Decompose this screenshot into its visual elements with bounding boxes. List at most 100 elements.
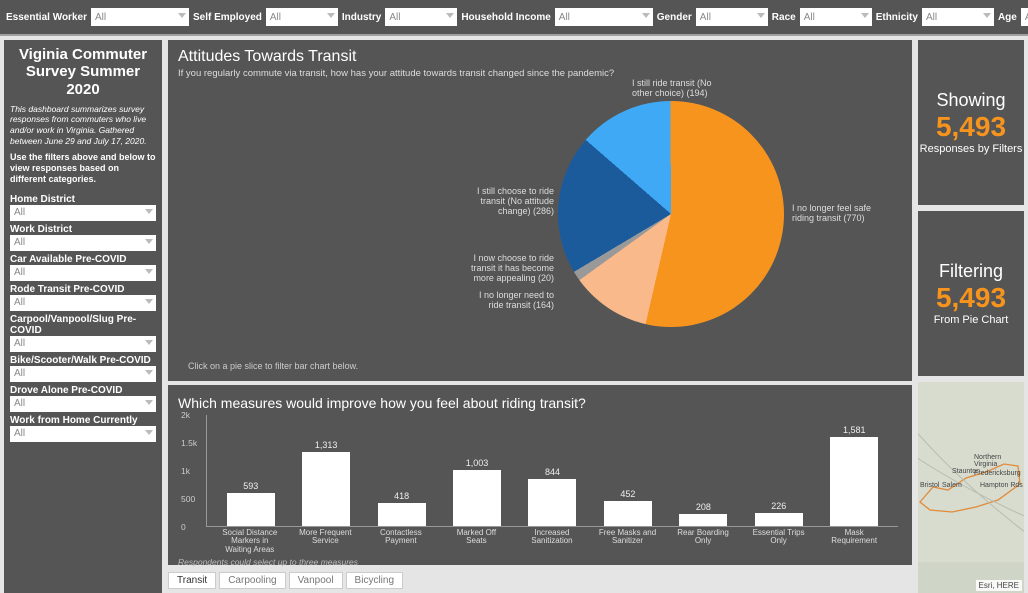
chevron-down-icon <box>642 13 650 18</box>
sidebar-filter-label: Carpool/Vanpool/Slug Pre-COVID <box>10 314 156 336</box>
sidebar-filter-label: Work from Home Currently <box>10 415 156 426</box>
chevron-down-icon <box>145 340 153 345</box>
top-filter-label: Ethnicity <box>876 12 918 23</box>
pie-title: Attitudes Towards Transit <box>178 48 902 66</box>
sidebar-filter-select[interactable]: All <box>10 235 156 251</box>
bar[interactable]: 452 <box>598 489 658 526</box>
top-filter-label: Race <box>772 12 796 23</box>
bar-value: 452 <box>620 489 635 499</box>
top-filter-label: Industry <box>342 12 381 23</box>
bar-note: Respondents could select up to three mea… <box>178 557 902 567</box>
chevron-down-icon <box>145 239 153 244</box>
y-tick: 1k <box>181 466 190 476</box>
bar-category: Mask Requirement <box>824 529 884 554</box>
chevron-down-icon <box>145 400 153 405</box>
chevron-down-icon <box>145 299 153 304</box>
bar[interactable]: 226 <box>749 501 809 526</box>
top-filter-label: Self Employed <box>193 12 262 23</box>
filtering-box: Filtering 5,493 From Pie Chart <box>918 211 1024 376</box>
bar-category: Marked Off Seats <box>446 529 506 554</box>
sidebar-filter-select[interactable]: All <box>10 426 156 442</box>
sidebar-filter-label: Car Available Pre-COVID <box>10 254 156 265</box>
map[interactable]: Northern Virginia Staunton Fredericksbur… <box>918 382 1024 593</box>
tab-bicycling[interactable]: Bicycling <box>346 572 403 589</box>
bar-value: 844 <box>545 467 560 477</box>
bar-category: Social Distance Markers in Waiting Areas <box>220 529 280 554</box>
map-attribution: Esri, HERE <box>976 580 1022 591</box>
bar-value: 1,003 <box>466 458 489 468</box>
bar[interactable]: 1,581 <box>824 425 884 526</box>
chevron-down-icon <box>861 13 869 18</box>
sidebar-filter-label: Rode Transit Pre-COVID <box>10 284 156 295</box>
top-filter-select[interactable]: All <box>1021 8 1028 26</box>
pie-panel: Attitudes Towards Transit If you regular… <box>168 40 912 381</box>
sidebar-filter-label: Drove Alone Pre-COVID <box>10 385 156 396</box>
pie-slice-label: I still ride transit (No other choice) (… <box>632 79 728 99</box>
chevron-down-icon <box>145 430 153 435</box>
bar-category: Increased Sanitization <box>522 529 582 554</box>
sidebar-filter-select[interactable]: All <box>10 265 156 281</box>
bar-value: 1,313 <box>315 440 338 450</box>
bar-category: Free Masks and Sanitizer <box>598 529 658 554</box>
bar-category: Essential Trips Only <box>749 529 809 554</box>
top-filter-select[interactable]: All <box>800 8 872 26</box>
bar-value: 208 <box>696 502 711 512</box>
bar-category: More Frequent Service <box>295 529 355 554</box>
bar[interactable]: 418 <box>372 491 432 526</box>
bar-category: Rear Boarding Only <box>673 529 733 554</box>
sidebar-filter-select[interactable]: All <box>10 205 156 221</box>
map-city: Salem <box>942 482 962 489</box>
top-filter-bar: Essential Worker All Self Employed All Indus… <box>0 0 1028 36</box>
top-filter-select[interactable]: All <box>696 8 768 26</box>
top-filter-select[interactable]: All <box>922 8 994 26</box>
bar-value: 418 <box>394 491 409 501</box>
sidebar-filter-select[interactable]: All <box>10 366 156 382</box>
bar-chart[interactable]: 2k1.5k1k5000 5931,3134181,00384445220822… <box>206 415 898 527</box>
top-filter-label: Essential Worker <box>6 12 87 23</box>
top-filter-label: Age <box>998 12 1017 23</box>
bar[interactable]: 1,313 <box>296 440 356 526</box>
showing-label: Showing <box>936 90 1005 111</box>
dashboard-instructions: Use the filters above and below to view … <box>10 152 156 184</box>
chevron-down-icon <box>327 13 335 18</box>
y-tick: 2k <box>181 410 190 420</box>
y-tick: 500 <box>181 494 195 504</box>
bar-title: Which measures would improve how you fee… <box>178 395 902 411</box>
sidebar-filter-label: Bike/Scooter/Walk Pre-COVID <box>10 355 156 366</box>
bar[interactable]: 208 <box>673 502 733 526</box>
top-filter-select[interactable]: All <box>385 8 457 26</box>
map-city: Hampton Rds <box>980 482 1023 489</box>
pie-hint: Click on a pie slice to filter bar chart… <box>188 361 358 371</box>
chevron-down-icon <box>145 209 153 214</box>
bar-panel: Which measures would improve how you fee… <box>168 385 912 565</box>
top-filter-label: Household Income <box>461 12 550 23</box>
filtering-number: 5,493 <box>936 282 1006 314</box>
showing-sublabel: Responses by Filters <box>920 143 1023 155</box>
bar[interactable]: 593 <box>221 481 281 526</box>
chevron-down-icon <box>983 13 991 18</box>
showing-box: Showing 5,493 Responses by Filters <box>918 40 1024 205</box>
tab-carpooling[interactable]: Carpooling <box>219 572 285 589</box>
pie-subtitle: If you regularly commute via transit, ho… <box>178 68 902 79</box>
pie-chart[interactable] <box>558 101 784 327</box>
tab-vanpool[interactable]: Vanpool <box>289 572 343 589</box>
top-filter-label: Gender <box>657 12 692 23</box>
tab-transit[interactable]: Transit <box>168 572 216 589</box>
top-filter-select[interactable]: All <box>91 8 189 26</box>
bar[interactable]: 1,003 <box>447 458 507 526</box>
map-city: Bristol <box>920 482 939 489</box>
dashboard-description: This dashboard summarizes survey respons… <box>10 104 156 147</box>
sidebar-filter-select[interactable]: All <box>10 336 156 352</box>
bar[interactable]: 844 <box>522 467 582 526</box>
pie-chart-wrap: I still ride transit (No other choice) (… <box>178 79 902 375</box>
sidebar: Viginia Commuter Survey Summer 2020 This… <box>4 40 162 593</box>
sidebar-filter-select[interactable]: All <box>10 396 156 412</box>
map-city: Northern Virginia <box>974 454 1024 468</box>
filtering-label: Filtering <box>939 261 1003 282</box>
pie-slice-label: I no longer feel safe riding transit (77… <box>792 204 872 224</box>
chevron-down-icon <box>145 370 153 375</box>
sidebar-filter-select[interactable]: All <box>10 295 156 311</box>
bar-value: 226 <box>771 501 786 511</box>
top-filter-select[interactable]: All <box>555 8 653 26</box>
top-filter-select[interactable]: All <box>266 8 338 26</box>
